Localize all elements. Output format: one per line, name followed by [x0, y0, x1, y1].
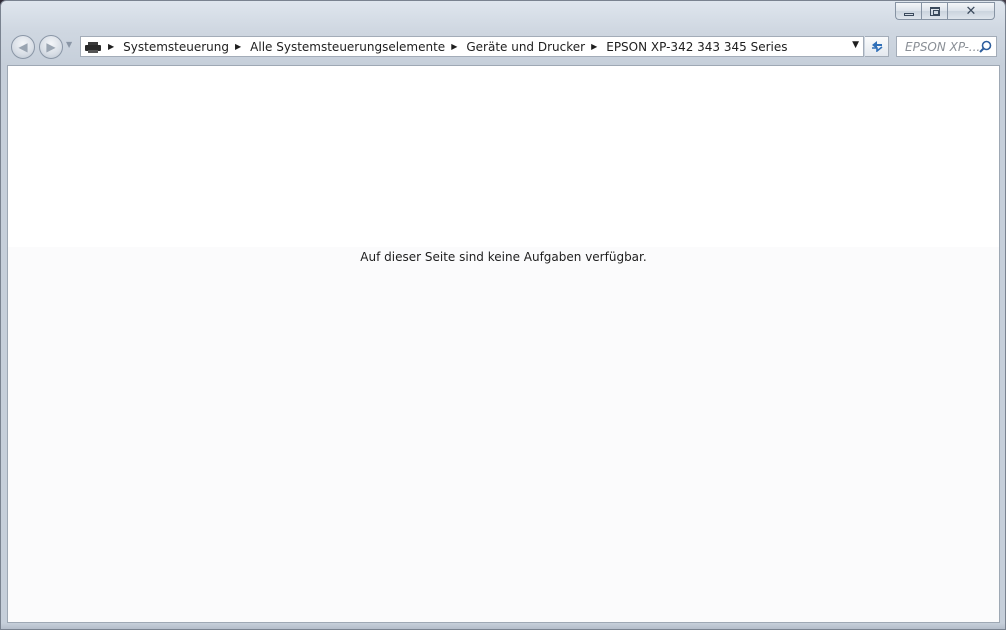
minimize-button[interactable]: [895, 2, 921, 20]
title-bar[interactable]: ✕: [1, 1, 1005, 29]
search-icon[interactable]: [979, 40, 992, 53]
close-button[interactable]: ✕: [947, 2, 995, 20]
content-pane: Auf dieser Seite sind keine Aufgaben ver…: [7, 65, 1000, 623]
address-history-dropdown-icon[interactable]: ▼: [852, 40, 859, 50]
breadcrumb-separator-icon[interactable]: ▶: [235, 42, 241, 51]
forward-button[interactable]: ▶: [39, 35, 63, 59]
breadcrumb-separator-icon[interactable]: ▶: [451, 42, 457, 51]
no-tasks-message: Auf dieser Seite sind keine Aufgaben ver…: [360, 250, 647, 264]
refresh-button[interactable]: [865, 36, 889, 57]
close-icon: ✕: [965, 3, 977, 19]
breadcrumb-geraete-drucker[interactable]: Geräte und Drucker: [466, 40, 585, 54]
maximize-button[interactable]: [921, 2, 947, 20]
printer-icon: [84, 41, 102, 53]
minimize-icon: [903, 12, 914, 16]
breadcrumb-separator-icon[interactable]: ▶: [108, 42, 114, 51]
search-input[interactable]: EPSON XP-...: [905, 40, 979, 54]
address-bar[interactable]: ▶ Systemsteuerung ▶ Alle Systemsteuerung…: [80, 36, 864, 57]
breadcrumb-systemsteuerung[interactable]: Systemsteuerung: [123, 40, 229, 54]
breadcrumb-alle-elemente[interactable]: Alle Systemsteuerungselemente: [250, 40, 445, 54]
search-box[interactable]: EPSON XP-...: [896, 36, 997, 57]
restore-icon: [929, 6, 940, 16]
breadcrumb-epson-printer[interactable]: EPSON XP-342 343 345 Series: [606, 40, 787, 54]
caption-buttons: ✕: [895, 2, 995, 21]
recent-pages-button[interactable]: ▼: [66, 40, 72, 49]
window-bottom-border: [1, 623, 1005, 629]
navigation-bar: ◀ ▶ ▼ ▶ Systemsteuerung ▶ Alle Systemste…: [1, 32, 1005, 62]
content-lower-region: [8, 247, 999, 622]
back-button[interactable]: ◀: [11, 35, 35, 59]
forward-arrow-icon: ▶: [46, 40, 56, 54]
back-arrow-icon: ◀: [18, 40, 28, 54]
chevron-down-icon: ▼: [66, 40, 73, 49]
breadcrumb-separator-icon[interactable]: ▶: [591, 42, 597, 51]
refresh-icon: [870, 37, 884, 56]
explorer-window: ✕ ◀ ▶ ▼ ▶ Systemsteuerung ▶ Alle Systems…: [0, 0, 1006, 630]
